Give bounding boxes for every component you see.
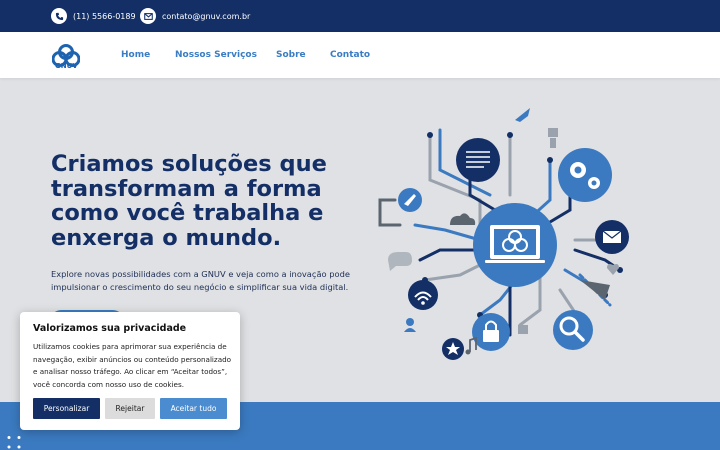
mail-icon <box>140 8 156 24</box>
decorative-dots <box>7 436 21 449</box>
cookie-reject-button[interactable]: Rejeitar <box>105 398 155 419</box>
hero-subtitle: Explore novas possibilidades com a GNUV … <box>51 269 350 292</box>
nav-home[interactable]: Home <box>121 50 150 60</box>
cookie-consent-banner: Valorizamos sua privacidade Utilizamos c… <box>20 312 240 430</box>
phone-icon <box>51 8 67 24</box>
phone-contact[interactable]: (11) 5566-0189 <box>51 8 136 24</box>
cookie-title: Valorizamos sua privacidade <box>33 323 187 334</box>
cookie-accept-button[interactable]: Aceitar tudo <box>160 398 227 419</box>
cookie-text: Utilizamos cookies para aprimorar sua ex… <box>33 342 232 389</box>
cookie-customize-button[interactable]: Personalizar <box>33 398 100 419</box>
email-address: contato@gnuv.com.br <box>162 11 251 21</box>
technology-illustration <box>378 108 629 360</box>
logo-text: GNUV <box>55 62 78 70</box>
email-contact[interactable]: contato@gnuv.com.br <box>140 8 250 24</box>
top-contact-bar: (11) 5566-0189 contato@gnuv.com.br <box>0 0 720 32</box>
phone-number: (11) 5566-0189 <box>73 11 136 21</box>
nav-sobre[interactable]: Sobre <box>276 50 306 60</box>
nav-contato[interactable]: Contato <box>330 50 370 60</box>
hero-title: Criamos soluções que transformam a forma… <box>51 151 327 251</box>
nav-servicos[interactable]: Nossos Serviços <box>175 50 257 60</box>
